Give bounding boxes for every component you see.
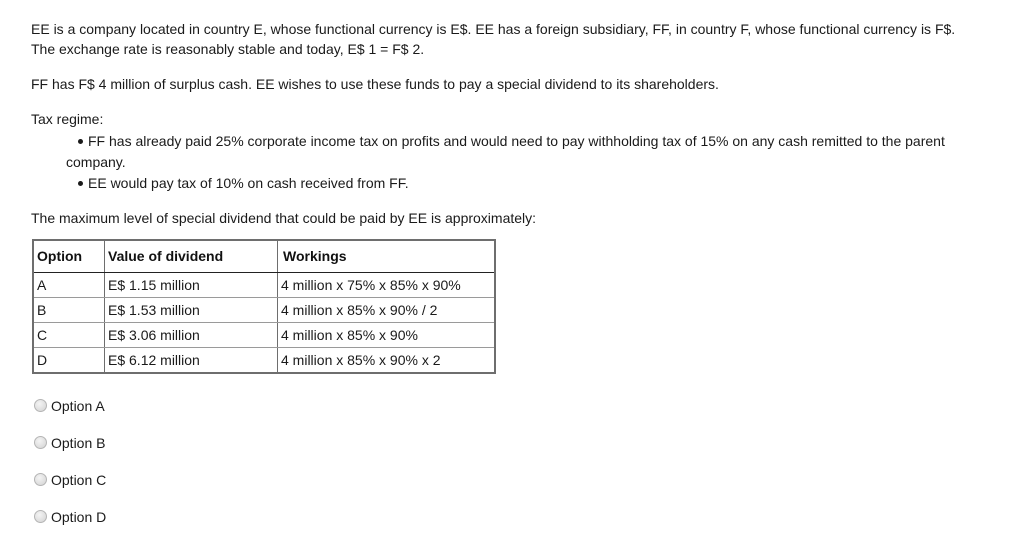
answer-options: Option A Option B Option C Option D xyxy=(34,394,1006,528)
tax-bullet-text: EE would pay tax of 10% on cash received… xyxy=(88,175,409,191)
cell-workings: 4 million x 75% x 85% x 90% xyxy=(277,272,496,298)
tax-regime-label: Tax regime: xyxy=(31,111,104,127)
cell-option: D xyxy=(32,347,105,374)
cell-option: B xyxy=(32,297,105,323)
options-table: Option Value of dividend Workings A E$ 1… xyxy=(32,239,496,374)
surplus-paragraph: FF has F$ 4 million of surplus cash. EE … xyxy=(31,76,719,92)
table-row: C E$ 3.06 million 4 million x 85% x 90% xyxy=(32,322,496,348)
answer-label[interactable]: Option D xyxy=(51,509,106,525)
header-value: Value of dividend xyxy=(104,240,278,273)
cell-workings: 4 million x 85% x 90% xyxy=(277,322,496,348)
table-row: D E$ 6.12 million 4 million x 85% x 90% … xyxy=(32,347,496,374)
header-option: Option xyxy=(32,240,105,273)
cell-value: E$ 6.12 million xyxy=(104,347,278,374)
tax-bullet: FF has already paid 25% corporate income… xyxy=(31,131,1006,152)
table-row: A E$ 1.15 million 4 million x 75% x 85% … xyxy=(32,272,496,298)
question-content: EE is a company located in country E, wh… xyxy=(31,19,1006,542)
intro-paragraph: EE is a company located in country E, wh… xyxy=(31,19,1006,59)
answer-option-a[interactable]: Option A xyxy=(34,394,1006,417)
answer-option-c[interactable]: Option C xyxy=(34,468,1006,491)
tax-bullet-wrap: company. xyxy=(31,152,1006,173)
radio-button-icon[interactable] xyxy=(34,399,47,412)
tax-bullet-text-wrap: company. xyxy=(66,154,126,170)
tax-bullet: EE would pay tax of 10% on cash received… xyxy=(31,173,1006,194)
table-header-row: Option Value of dividend Workings xyxy=(32,240,496,273)
tax-regime-list: FF has already paid 25% corporate income… xyxy=(31,131,1006,194)
cell-option: A xyxy=(32,272,105,298)
intro-line-1: EE is a company located in country E, wh… xyxy=(31,21,956,37)
table-row: B E$ 1.53 million 4 million x 85% x 90% … xyxy=(32,297,496,323)
radio-button-icon[interactable] xyxy=(34,436,47,449)
cell-workings: 4 million x 85% x 90% / 2 xyxy=(277,297,496,323)
tax-bullet-text: FF has already paid 25% corporate income… xyxy=(88,133,945,149)
cell-value: E$ 3.06 million xyxy=(104,322,278,348)
intro-line-2: The exchange rate is reasonably stable a… xyxy=(31,41,425,57)
radio-button-icon[interactable] xyxy=(34,473,47,486)
answer-label[interactable]: Option A xyxy=(51,398,105,414)
radio-button-icon[interactable] xyxy=(34,510,47,523)
answer-option-b[interactable]: Option B xyxy=(34,431,1006,454)
cell-workings: 4 million x 85% x 90% x 2 xyxy=(277,347,496,374)
cell-value: E$ 1.53 million xyxy=(104,297,278,323)
answer-label[interactable]: Option B xyxy=(51,435,105,451)
question-prompt: The maximum level of special dividend th… xyxy=(31,210,537,226)
cell-option: C xyxy=(32,322,105,348)
header-workings: Workings xyxy=(277,240,496,273)
answer-label[interactable]: Option C xyxy=(51,472,106,488)
bullet-icon xyxy=(78,180,83,186)
bullet-icon xyxy=(78,138,83,144)
cell-value: E$ 1.15 million xyxy=(104,272,278,298)
answer-option-d[interactable]: Option D xyxy=(34,505,1006,528)
